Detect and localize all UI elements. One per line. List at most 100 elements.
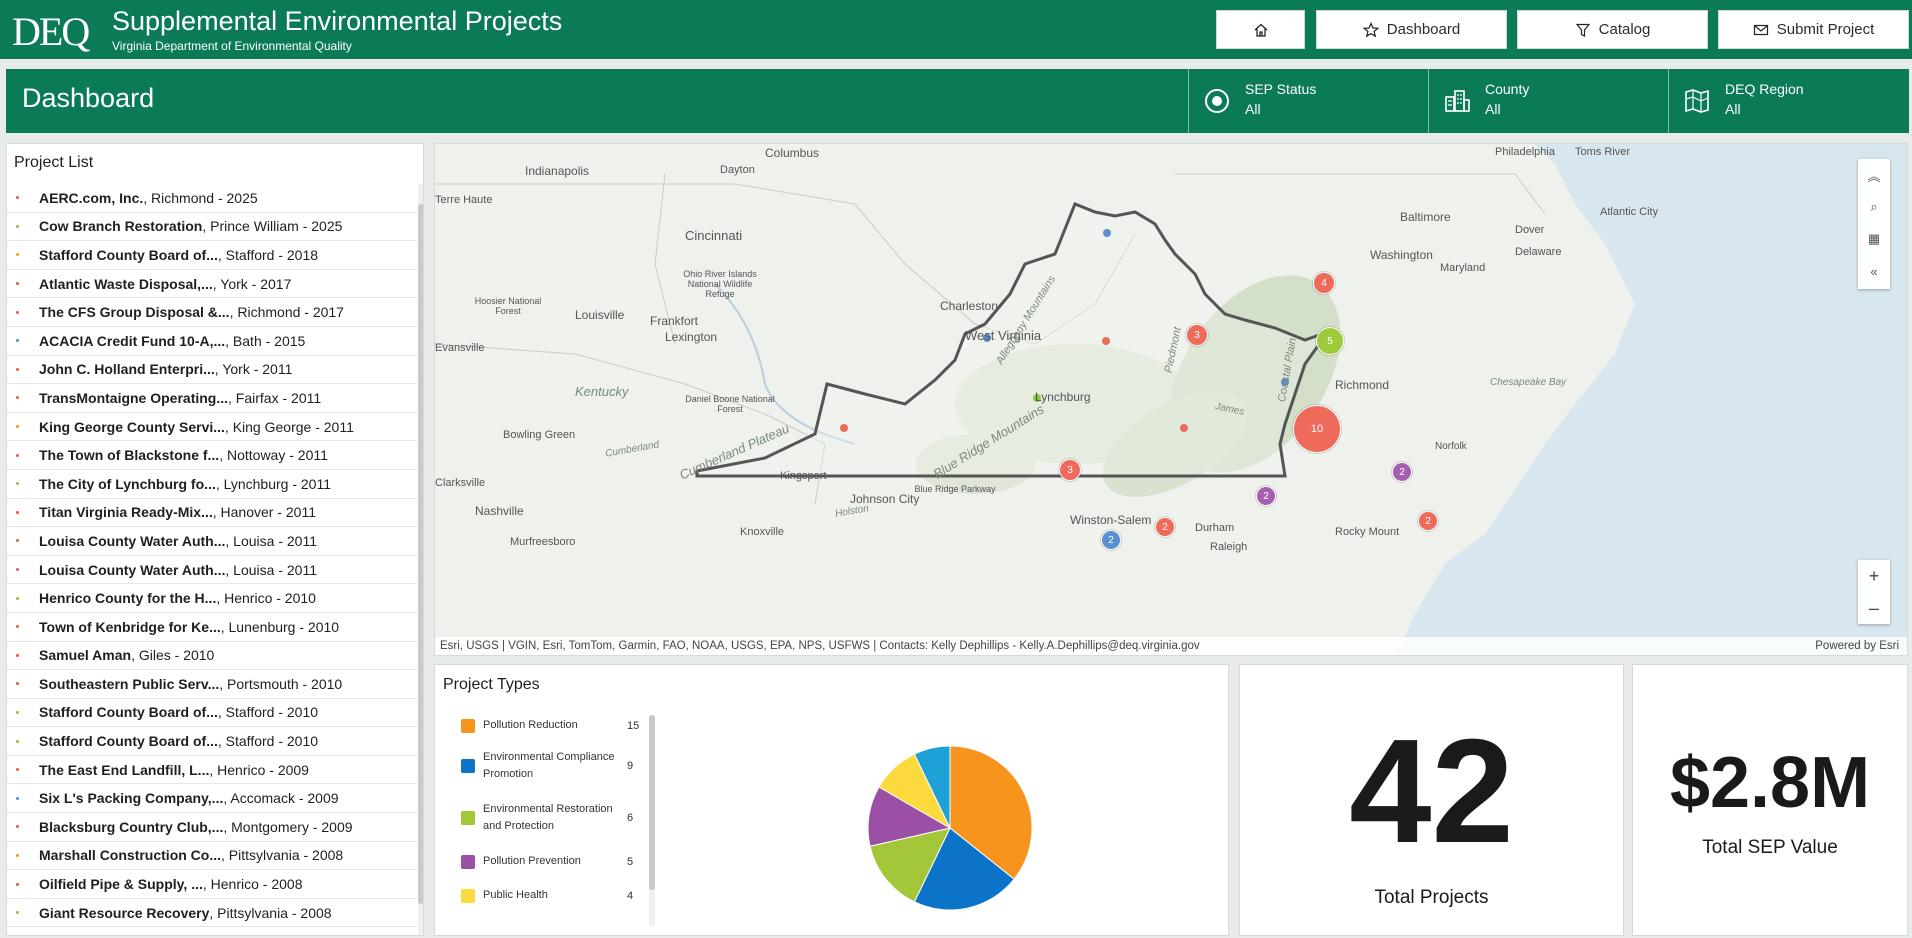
- collapse-up-icon[interactable]: ︽: [1858, 159, 1890, 191]
- list-item[interactable]: Louisa County Water Auth..., Louisa - 20…: [7, 556, 417, 585]
- project-list-scrollbar[interactable]: [418, 184, 423, 935]
- map-cluster-marker[interactable]: 4: [1313, 272, 1335, 294]
- dashboard-bar: Dashboard SEP Status All County All DEQ …: [6, 69, 1909, 133]
- list-item[interactable]: Stafford County Board of..., Stafford - …: [7, 241, 417, 270]
- project-name: Six L's Packing Company,...: [39, 790, 224, 807]
- list-item[interactable]: TransMontaigne Operating..., Fairfax - 2…: [7, 384, 417, 413]
- list-item[interactable]: AERC.com, Inc., Richmond - 2025: [7, 184, 417, 213]
- list-item[interactable]: Six L's Packing Company,..., Accomack - …: [7, 784, 417, 814]
- deq-logo[interactable]: DEQ: [12, 8, 90, 55]
- map-cluster-marker[interactable]: 10: [1293, 405, 1341, 453]
- sep-status-filter[interactable]: SEP Status All: [1188, 69, 1428, 133]
- map-place-label: Durham: [1195, 522, 1235, 534]
- list-item[interactable]: Town of Kenbridge for Ke..., Lunenburg -…: [7, 613, 417, 642]
- catalog-nav-button[interactable]: Catalog: [1517, 10, 1708, 49]
- map-cluster-marker[interactable]: 5: [1316, 327, 1344, 355]
- collapse-left-icon[interactable]: «: [1858, 255, 1890, 287]
- legend-item[interactable]: Public Health 4: [461, 887, 651, 904]
- project-detail: , York - 2011: [214, 361, 293, 378]
- basemap[interactable]: [435, 144, 1908, 656]
- list-item[interactable]: John C. Holland Enterpri..., York - 2011: [7, 356, 417, 385]
- list-item[interactable]: Stafford County Board of..., Stafford - …: [7, 727, 417, 756]
- project-list[interactable]: AERC.com, Inc., Richmond - 2025 Cow Branc…: [7, 184, 417, 935]
- map-place-label: Ohio River Islands National Wildlife Ref…: [683, 269, 757, 299]
- legend-swatch: [461, 888, 475, 903]
- list-item[interactable]: Samuel Aman, Giles - 2010: [7, 642, 417, 671]
- list-item[interactable]: King George County Servi..., King George…: [7, 413, 417, 442]
- scrollbar-thumb[interactable]: [418, 204, 423, 904]
- project-color-dot: [16, 510, 19, 514]
- project-name: Stafford County Board of...: [39, 246, 218, 263]
- map-cluster-marker[interactable]: 2: [1256, 486, 1276, 506]
- list-item[interactable]: Cow Branch Restoration, Prince William -…: [7, 213, 417, 242]
- list-item[interactable]: Giant Resource Recovery, Pittsylvania - …: [7, 899, 417, 928]
- legend-item[interactable]: Environmental Compliance Promotion 9: [461, 749, 651, 783]
- list-item[interactable]: The Town of Blackstone f..., Nottoway - …: [7, 441, 417, 470]
- list-item[interactable]: Hanover Manufacturing In..., Richmond - …: [7, 927, 417, 935]
- attribution-text: Esri, USGS | VGIN, Esri, TomTom, Garmin,…: [440, 640, 1200, 652]
- legend-item[interactable]: Pollution Prevention 5: [461, 853, 651, 870]
- list-item[interactable]: Blacksburg Country Club,..., Montgomery …: [7, 813, 417, 842]
- total-projects-value: 42: [1349, 709, 1514, 874]
- project-detail: , Richmond - 2017: [229, 304, 344, 321]
- project-name: TransMontaigne Operating...: [39, 389, 229, 406]
- county-label: County: [1485, 81, 1530, 97]
- list-item[interactable]: The City of Lynchburg fo..., Lynchburg -…: [7, 470, 417, 499]
- project-name: AERC.com, Inc.: [39, 189, 144, 206]
- list-item[interactable]: The East End Landfill, L..., Henrico - 2…: [7, 756, 417, 785]
- list-item[interactable]: Titan Virginia Ready-Mix..., Hanover - 2…: [7, 499, 417, 528]
- project-name: Samuel Aman: [39, 647, 132, 664]
- legend-scrollbar[interactable]: [649, 715, 655, 927]
- deq-region-filter[interactable]: DEQ Region All: [1668, 69, 1908, 133]
- map-cluster-marker[interactable]: 2: [1101, 530, 1121, 550]
- map-cluster-marker[interactable]: 2: [1392, 462, 1412, 482]
- legend-item[interactable]: Environmental Restoration and Protection…: [461, 801, 651, 835]
- qr-icon[interactable]: ▦: [1858, 223, 1890, 255]
- list-item[interactable]: Stafford County Board of..., Stafford - …: [7, 699, 417, 728]
- map-place-label: Terre Haute: [435, 194, 493, 206]
- map-cluster-marker[interactable]: 3: [1059, 459, 1081, 481]
- map-cluster-marker[interactable]: 3: [1186, 324, 1208, 346]
- list-item[interactable]: Oilfield Pipe & Supply, ..., Henrico - 2…: [7, 870, 417, 899]
- project-color-dot: [16, 396, 19, 400]
- project-detail: , Louisa - 2011: [225, 561, 317, 578]
- map-view[interactable]: Columbus Philadelphia Toms River Indianapol…: [434, 143, 1908, 656]
- project-name: King George County Servi...: [39, 418, 225, 435]
- powered-by-esri[interactable]: Powered by Esri: [1815, 637, 1899, 655]
- list-item[interactable]: The CFS Group Disposal &..., Richmond - …: [7, 298, 417, 327]
- legend-scrollbar-thumb[interactable]: [649, 715, 655, 890]
- project-detail: , Fairfax - 2011: [228, 389, 322, 406]
- list-item[interactable]: Atlantic Waste Disposal,..., York - 2017: [7, 270, 417, 299]
- list-item[interactable]: Southeastern Public Serv..., Portsmouth …: [7, 670, 417, 699]
- map-place-label: Delaware: [1515, 246, 1562, 258]
- project-name: Hanover Manufacturing In...: [39, 933, 223, 935]
- map-place-label: Knoxville: [740, 526, 785, 538]
- list-item[interactable]: Henrico County for the H..., Henrico - 2…: [7, 584, 417, 613]
- sep-status-value: All: [1245, 101, 1261, 117]
- list-item[interactable]: Marshall Construction Co..., Pittsylvani…: [7, 842, 417, 871]
- project-types-pie-chart[interactable]: [865, 743, 1035, 913]
- total-value-card: $2.8M Total SEP Value: [1632, 664, 1908, 936]
- county-filter[interactable]: County All: [1428, 69, 1668, 133]
- project-color-dot: [16, 367, 19, 371]
- map-place-label: Indianapolis: [525, 164, 590, 178]
- legend-item[interactable]: Pollution Reduction 15: [461, 717, 651, 734]
- dashboard-nav-button[interactable]: Dashboard: [1316, 10, 1507, 49]
- search-icon[interactable]: ⌕: [1858, 191, 1890, 223]
- map-cluster-marker[interactable]: 2: [1418, 511, 1438, 531]
- legend-label: Public Health: [483, 889, 548, 901]
- project-detail: , Prince William - 2025: [202, 218, 343, 235]
- map-cluster-marker[interactable]: 2: [1155, 517, 1175, 537]
- project-detail: , Henrico - 2009: [209, 761, 309, 778]
- zoom-out-button[interactable]: –: [1858, 592, 1890, 624]
- list-item[interactable]: ACACIA Credit Fund 10-A,..., Bath - 2015: [7, 327, 417, 356]
- list-item[interactable]: Louisa County Water Auth..., Louisa - 20…: [7, 527, 417, 556]
- total-projects-card: 42 Total Projects: [1239, 664, 1624, 936]
- zoom-in-button[interactable]: +: [1858, 560, 1890, 592]
- legend-value: 15: [627, 719, 640, 732]
- submit-project-button[interactable]: Submit Project: [1718, 10, 1909, 49]
- home-button[interactable]: [1216, 10, 1305, 49]
- map-place-label: Hoosier National Forest: [474, 296, 542, 316]
- project-name: Stafford County Board of...: [39, 733, 218, 750]
- legend-swatch: [461, 718, 475, 733]
